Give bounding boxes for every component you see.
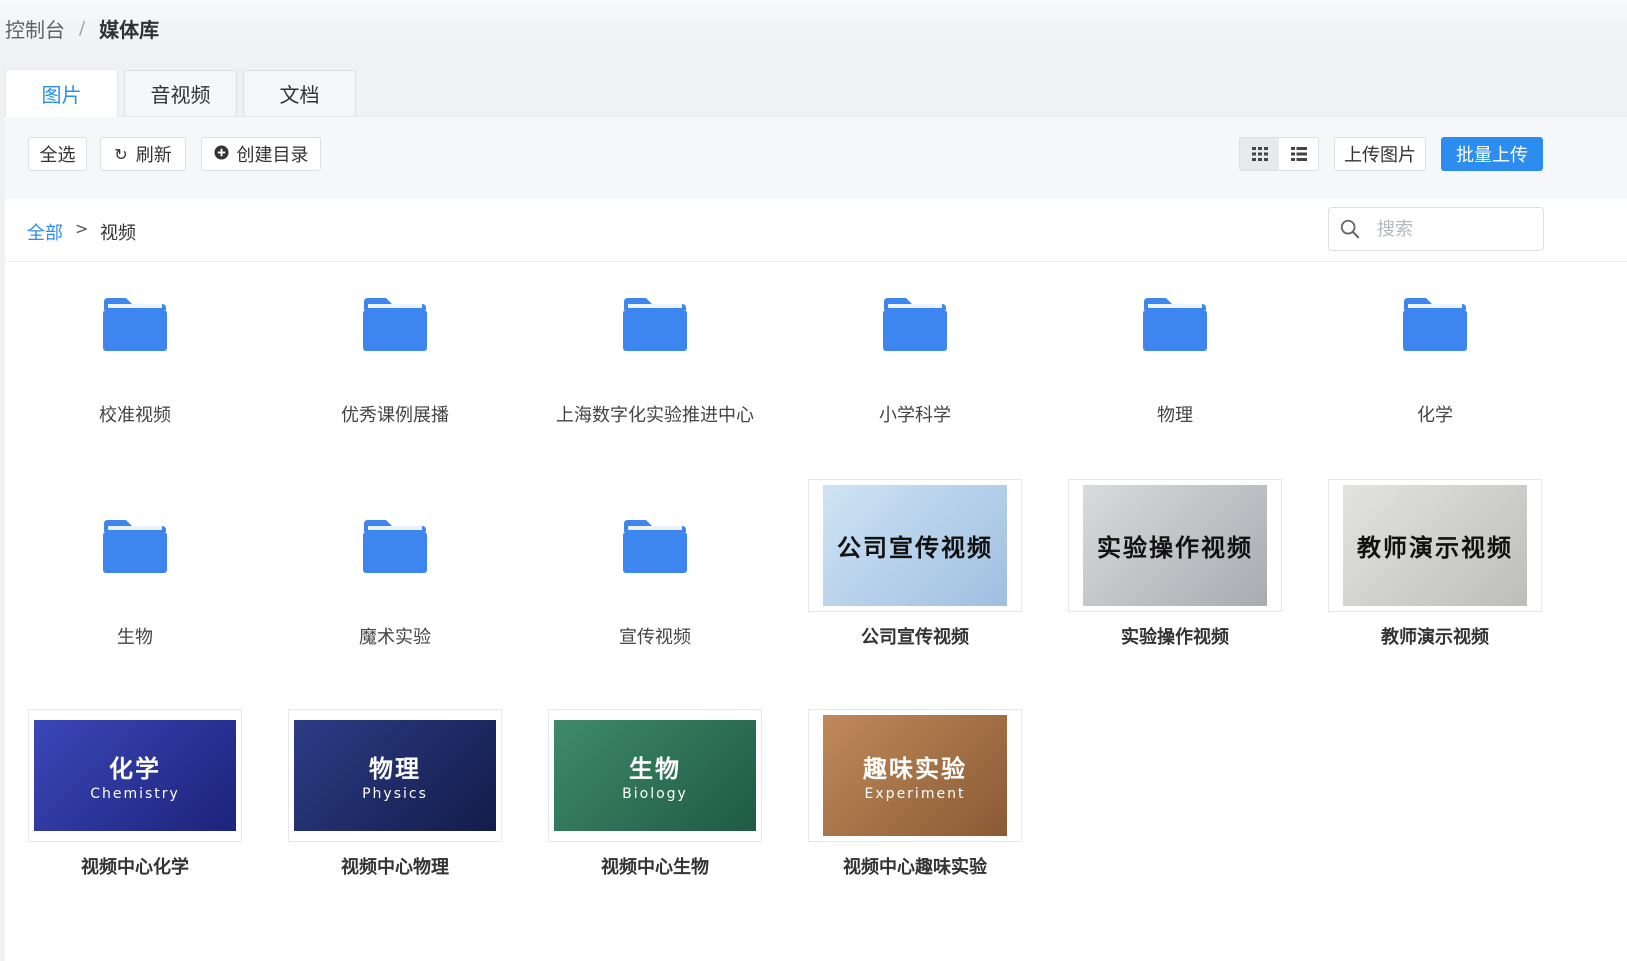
- thumbnail-title: 生物: [629, 755, 681, 783]
- grid-view-icon[interactable]: [1240, 138, 1279, 170]
- video-name: 教师演示视频: [1381, 627, 1489, 648]
- search-icon: [1340, 219, 1360, 239]
- folder-name: 生物: [117, 627, 153, 648]
- thumbnail-title: 公司宣传视频: [837, 534, 993, 562]
- thumbnail-title: 物理: [369, 755, 421, 783]
- video-name: 实验操作视频: [1121, 627, 1229, 648]
- folder-icon: [883, 298, 947, 351]
- batch-upload-label: 批量上传: [1456, 145, 1528, 166]
- folder-icon: [103, 298, 167, 351]
- select-all-label: 全选: [39, 145, 76, 166]
- tab-audio-video[interactable]: 音视频: [124, 70, 237, 116]
- folder-name: 魔术实验: [359, 627, 431, 648]
- top-header: 控制台 / 媒体库: [0, 0, 1627, 60]
- folder-item[interactable]: 魔术实验: [265, 483, 525, 648]
- folder-icon: [623, 298, 687, 351]
- video-thumbnail: 趣味实验 Experiment: [808, 709, 1022, 842]
- video-thumbnail: 实验操作视频: [1068, 479, 1282, 612]
- video-name: 公司宣传视频: [861, 627, 969, 648]
- media-tabs: 图片 音视频 文档: [5, 68, 1627, 117]
- folder-item[interactable]: 上海数字化实验推进中心: [525, 261, 785, 426]
- breadcrumb-separator: /: [79, 18, 86, 39]
- video-thumbnail: 物理 Physics: [288, 709, 502, 842]
- breadcrumb-console[interactable]: 控制台: [5, 14, 65, 43]
- create-directory-button[interactable]: 创建目录: [201, 137, 321, 171]
- folder-item[interactable]: 生物: [5, 483, 265, 648]
- video-name: 视频中心化学: [81, 857, 189, 878]
- thumbnail-image: 化学 Chemistry: [34, 720, 236, 831]
- video-thumbnail: 化学 Chemistry: [28, 709, 242, 842]
- folder-name: 物理: [1157, 405, 1193, 426]
- thumbnail-subtitle: Chemistry: [90, 786, 180, 802]
- thumbnail-image: 实验操作视频: [1083, 485, 1267, 606]
- folder-item[interactable]: 物理: [1045, 261, 1305, 426]
- toolbar: 全选 ↻ 刷新 创建目录 上传图片 批量上传: [5, 117, 1627, 199]
- search-input[interactable]: [1375, 217, 1529, 241]
- path-separator: >: [75, 219, 89, 238]
- folder-icon: [1403, 298, 1467, 351]
- refresh-icon: ↻: [114, 144, 128, 164]
- breadcrumb: 控制台 / 媒体库: [5, 14, 159, 43]
- thumbnail-image: 生物 Biology: [554, 720, 756, 831]
- list-view-icon[interactable]: [1279, 138, 1318, 170]
- tab-documents[interactable]: 文档: [243, 70, 356, 116]
- upload-image-button[interactable]: 上传图片: [1334, 137, 1426, 171]
- select-all-button[interactable]: 全选: [28, 137, 87, 171]
- folder-icon: [1143, 298, 1207, 351]
- folder-name: 优秀课例展播: [341, 405, 449, 426]
- folder-item[interactable]: 化学: [1305, 261, 1565, 426]
- thumbnail-image: 公司宣传视频: [823, 485, 1007, 606]
- video-name: 视频中心生物: [601, 857, 709, 878]
- folder-item[interactable]: 小学科学: [785, 261, 1045, 426]
- path-current: 视频: [100, 223, 136, 244]
- plus-circle-icon: [213, 144, 229, 164]
- thumbnail-title: 实验操作视频: [1097, 534, 1253, 562]
- path-root-link[interactable]: 全部: [27, 219, 63, 245]
- folder-icon: [103, 520, 167, 573]
- upload-image-label: 上传图片: [1344, 145, 1416, 166]
- tab-images[interactable]: 图片: [5, 69, 118, 117]
- folder-item[interactable]: 优秀课例展播: [265, 261, 525, 426]
- view-toggle: [1239, 137, 1319, 171]
- video-thumbnail: 教师演示视频: [1328, 479, 1542, 612]
- media-library-panel: 图片 音视频 文档 全选 ↻ 刷新 创建目录 上传图片 批量上传 全部 > 视频…: [5, 68, 1627, 961]
- page-title: 媒体库: [99, 18, 160, 42]
- batch-upload-button[interactable]: 批量上传: [1441, 137, 1543, 171]
- folder-path-bar: 全部 > 视频: [5, 199, 1627, 262]
- folder-name: 上海数字化实验推进中心: [556, 405, 754, 426]
- thumbnail-title: 化学: [109, 755, 161, 783]
- refresh-label: 刷新: [135, 145, 172, 166]
- folder-icon: [363, 298, 427, 351]
- video-thumbnail: 公司宣传视频: [808, 479, 1022, 612]
- folder-item[interactable]: 校准视频: [5, 261, 265, 426]
- search-box: [1328, 207, 1544, 251]
- video-name: 视频中心物理: [341, 857, 449, 878]
- folder-name: 小学科学: [879, 405, 951, 426]
- thumbnail-image: 教师演示视频: [1343, 485, 1527, 606]
- thumbnail-subtitle: Experiment: [864, 786, 966, 802]
- thumbnail-subtitle: Physics: [362, 786, 428, 802]
- thumbnail-title: 趣味实验: [863, 755, 967, 783]
- folder-icon: [623, 520, 687, 573]
- folder-name: 宣传视频: [619, 627, 691, 648]
- folder-name: 校准视频: [99, 405, 171, 426]
- thumbnail-image: 物理 Physics: [294, 720, 496, 831]
- thumbnail-title: 教师演示视频: [1357, 534, 1513, 562]
- refresh-button[interactable]: ↻ 刷新: [100, 137, 186, 171]
- folder-name: 化学: [1417, 405, 1453, 426]
- video-thumbnail: 生物 Biology: [548, 709, 762, 842]
- folder-item[interactable]: 宣传视频: [525, 483, 785, 648]
- folder-icon: [363, 520, 427, 573]
- create-directory-label: 创建目录: [236, 145, 309, 166]
- thumbnail-subtitle: Biology: [622, 786, 688, 802]
- video-name: 视频中心趣味实验: [843, 857, 987, 878]
- thumbnail-image: 趣味实验 Experiment: [823, 715, 1007, 836]
